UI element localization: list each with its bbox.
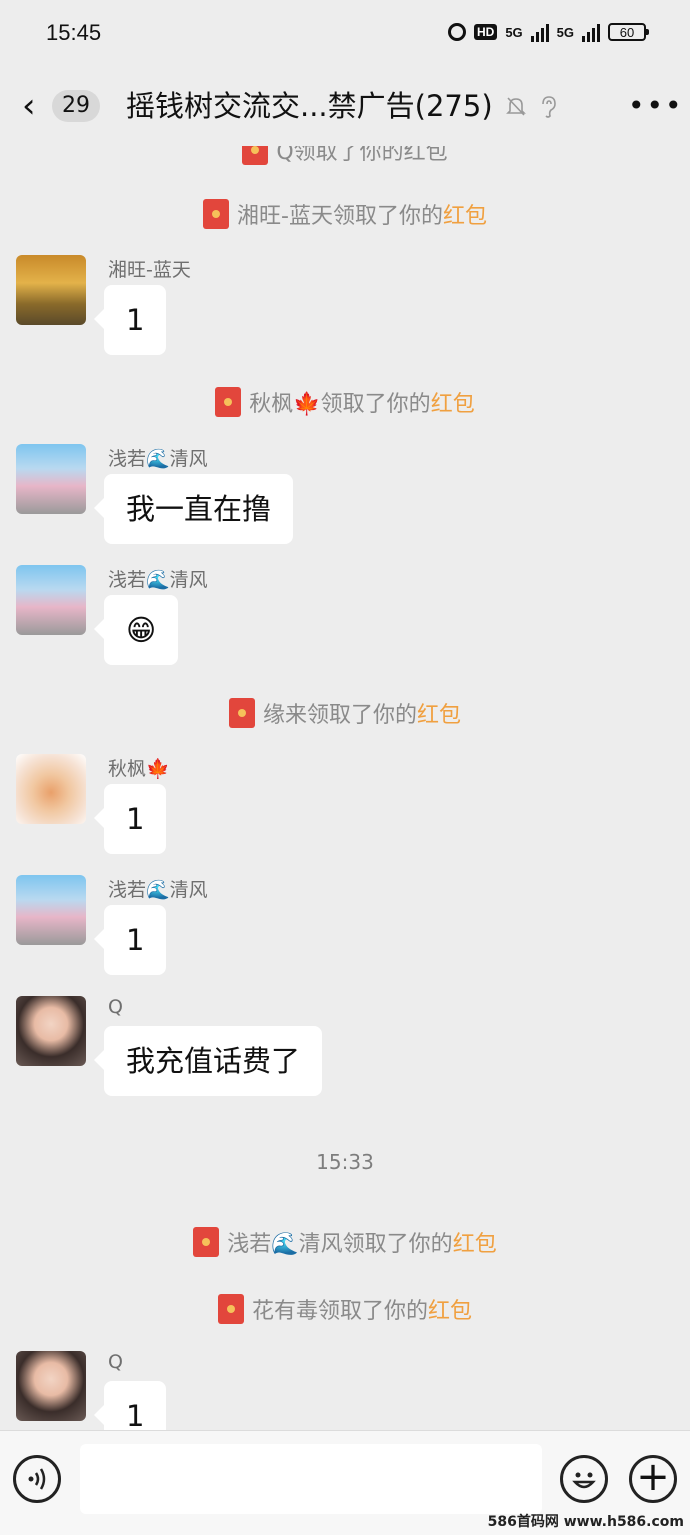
avatar[interactable] bbox=[16, 1351, 86, 1421]
avatar[interactable] bbox=[16, 875, 86, 945]
system-text: 秋枫🍁领取了你的 bbox=[249, 392, 431, 417]
system-message: 浅若🌊清风领取了你的红包 bbox=[0, 1226, 690, 1258]
sender-name: Q bbox=[108, 1351, 123, 1373]
system-message: 秋枫🍁领取了你的红包 bbox=[0, 386, 690, 418]
system-text: 浅若🌊清风领取了你的 bbox=[227, 1232, 453, 1257]
red-packet-link[interactable]: 红包 bbox=[431, 392, 475, 417]
system-text: 缘来领取了你的 bbox=[262, 703, 417, 728]
sender-name: 浅若🌊清风 bbox=[108, 569, 208, 591]
mute-bell-icon bbox=[506, 97, 526, 116]
unread-count-badge[interactable]: 29 bbox=[52, 90, 100, 122]
system-message: Q领取了你的红包 bbox=[0, 146, 690, 166]
message-bubble[interactable]: 1 bbox=[93, 784, 167, 854]
sender-name: 浅若🌊清风 bbox=[108, 448, 208, 470]
avatar[interactable] bbox=[16, 754, 86, 824]
system-text: 花有毒领取了你的 bbox=[251, 1299, 428, 1324]
partial-system-text: Q领取了你的红包 bbox=[276, 146, 448, 165]
sender-name: 湘旺-蓝天 bbox=[108, 259, 191, 281]
message-bubble[interactable]: 😁 bbox=[93, 595, 179, 665]
time-divider: 15:33 bbox=[316, 1150, 374, 1174]
input-bar: + 586首码网 www.h586.com bbox=[0, 1430, 690, 1535]
chat-title: 摇钱树交流交...禁广告(275) bbox=[126, 89, 493, 123]
system-text: 湘旺-蓝天领取了你的 bbox=[237, 204, 443, 229]
red-packet-link[interactable]: 红包 bbox=[453, 1232, 497, 1257]
avatar[interactable] bbox=[16, 565, 86, 635]
red-packet-icon bbox=[242, 146, 269, 165]
system-message: 花有毒领取了你的红包 bbox=[0, 1293, 690, 1325]
voice-wave-icon bbox=[28, 1468, 46, 1490]
more-options-icon[interactable]: ••• bbox=[628, 90, 684, 122]
sender-name: 浅若🌊清风 bbox=[108, 879, 208, 901]
message-bubble[interactable]: 我充值话费了 bbox=[93, 1026, 323, 1096]
watermark: 586首码网 www.h586.com bbox=[487, 1514, 684, 1530]
message-input[interactable] bbox=[80, 1444, 542, 1514]
red-packet-icon bbox=[215, 387, 242, 417]
red-packet-link[interactable]: 红包 bbox=[428, 1299, 472, 1324]
hd-icon: HD bbox=[473, 24, 498, 40]
status-bar: 15:45 HD 5G 5G 60 bbox=[0, 0, 690, 70]
sender-name: Q bbox=[108, 996, 123, 1018]
avatar[interactable] bbox=[16, 444, 86, 514]
smile-face-icon bbox=[572, 1472, 596, 1489]
red-packet-icon bbox=[217, 1294, 244, 1324]
sender-name: 秋枫🍁 bbox=[108, 758, 170, 780]
red-packet-icon bbox=[203, 199, 230, 229]
chat-header: ‹ 29 摇钱树交流交...禁广告(275) ••• bbox=[0, 70, 690, 146]
system-message: 缘来领取了你的红包 bbox=[0, 697, 690, 729]
message-list[interactable]: Q领取了你的红包 湘旺-蓝天领取了你的红包 湘旺-蓝天 1 秋枫🍁领取了你的红包… bbox=[0, 146, 690, 1430]
message-bubble[interactable]: 我一直在撸 bbox=[93, 474, 294, 544]
signal-icon bbox=[530, 22, 549, 42]
red-packet-icon bbox=[228, 698, 255, 728]
red-packet-link[interactable]: 红包 bbox=[417, 703, 461, 728]
network-label-2: 5G bbox=[556, 24, 574, 40]
avatar[interactable] bbox=[16, 996, 86, 1066]
status-time: 15:45 bbox=[46, 20, 102, 45]
red-packet-icon bbox=[193, 1227, 220, 1257]
battery-icon: 60 bbox=[608, 23, 649, 41]
voice-input-icon[interactable] bbox=[13, 1455, 61, 1503]
earpiece-icon bbox=[542, 96, 556, 118]
status-icons: HD 5G 5G 60 bbox=[447, 22, 649, 42]
back-chevron-icon[interactable]: ‹ bbox=[22, 88, 36, 124]
emoji-icon[interactable] bbox=[560, 1455, 608, 1503]
avatar[interactable] bbox=[16, 255, 86, 325]
system-message: 湘旺-蓝天领取了你的红包 bbox=[0, 198, 690, 230]
message-bubble[interactable]: 1 bbox=[93, 285, 167, 355]
message-bubble[interactable]: 1 bbox=[93, 1381, 167, 1430]
network-label-1: 5G bbox=[505, 24, 523, 40]
message-bubble[interactable]: 1 bbox=[93, 905, 167, 975]
red-packet-link[interactable]: 红包 bbox=[443, 204, 487, 229]
add-more-icon[interactable]: + bbox=[629, 1455, 677, 1503]
alarm-icon bbox=[447, 23, 466, 41]
signal-icon bbox=[582, 22, 600, 42]
